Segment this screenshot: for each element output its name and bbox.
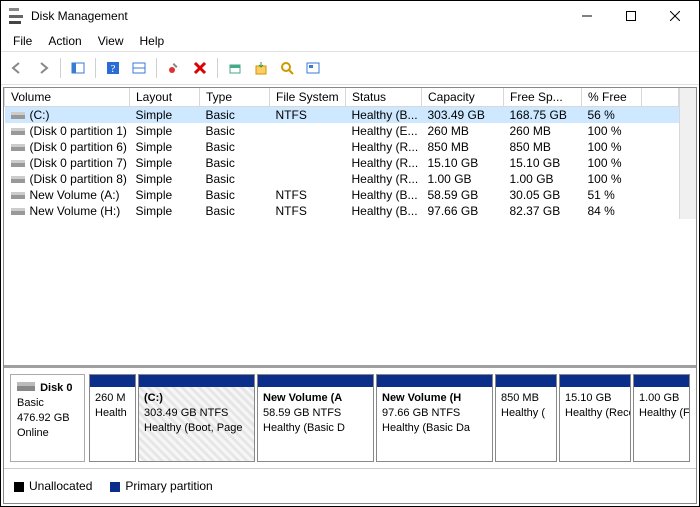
legend-unallocated: Unallocated bbox=[14, 479, 92, 493]
toolbar-pane-icon[interactable] bbox=[127, 56, 151, 80]
column-header-row: VolumeLayoutTypeFile SystemStatusCapacit… bbox=[5, 88, 679, 107]
drive-icon bbox=[11, 156, 27, 166]
column-header[interactable]: Capacity bbox=[422, 88, 504, 107]
column-header[interactable]: Status bbox=[346, 88, 422, 107]
volume-row[interactable]: (Disk 0 partition 8)SimpleBasicHealthy (… bbox=[5, 171, 679, 187]
toolbar: ? bbox=[1, 51, 699, 85]
menu-view[interactable]: View bbox=[90, 32, 132, 50]
drive-icon bbox=[11, 124, 27, 134]
content-area: VolumeLayoutTypeFile SystemStatusCapacit… bbox=[3, 87, 697, 504]
volume-row[interactable]: (Disk 0 partition 7)SimpleBasicHealthy (… bbox=[5, 155, 679, 171]
disk-label: Disk 0 bbox=[40, 382, 72, 394]
drive-icon bbox=[11, 108, 27, 118]
drive-icon bbox=[11, 172, 27, 182]
partition-block[interactable]: (C:)303.49 GB NTFSHealthy (Boot, Page bbox=[138, 374, 255, 462]
disk-management-window: Disk Management File Action View Help ? bbox=[0, 0, 700, 507]
maximize-button[interactable] bbox=[609, 2, 653, 30]
menu-help[interactable]: Help bbox=[132, 32, 173, 50]
legend-primary: Primary partition bbox=[110, 479, 212, 493]
partition-block[interactable]: New Volume (A58.59 GB NTFSHealthy (Basic… bbox=[257, 374, 374, 462]
disk-icon bbox=[17, 382, 35, 394]
delete-icon[interactable] bbox=[188, 56, 212, 80]
window-title: Disk Management bbox=[31, 9, 565, 23]
show-hide-console-button[interactable] bbox=[66, 56, 90, 80]
drive-icon bbox=[11, 188, 27, 198]
partition-block[interactable]: New Volume (H97.66 GB NTFSHealthy (Basic… bbox=[376, 374, 493, 462]
toolbar-icon-c[interactable] bbox=[275, 56, 299, 80]
menu-file[interactable]: File bbox=[5, 32, 40, 50]
volume-table: VolumeLayoutTypeFile SystemStatusCapacit… bbox=[4, 88, 679, 219]
volume-row[interactable]: (Disk 0 partition 6)SimpleBasicHealthy (… bbox=[5, 139, 679, 155]
disk-status: Online bbox=[17, 427, 49, 439]
svg-text:?: ? bbox=[111, 63, 116, 75]
forward-button[interactable] bbox=[31, 56, 55, 80]
drive-icon bbox=[11, 204, 27, 214]
help-button[interactable]: ? bbox=[101, 56, 125, 80]
volume-row[interactable]: (Disk 0 partition 1)SimpleBasicHealthy (… bbox=[5, 123, 679, 139]
partition-strip: 260 MHealth(C:)303.49 GB NTFSHealthy (Bo… bbox=[89, 374, 690, 462]
column-header[interactable]: Type bbox=[200, 88, 270, 107]
toolbar-icon-d[interactable] bbox=[301, 56, 325, 80]
volume-row[interactable]: (C:)SimpleBasicNTFSHealthy (B...303.49 G… bbox=[5, 107, 679, 124]
partition-block[interactable]: 1.00 GBHealthy (F bbox=[633, 374, 690, 462]
volume-row[interactable]: New Volume (H:)SimpleBasicNTFSHealthy (B… bbox=[5, 203, 679, 219]
legend: Unallocated Primary partition bbox=[4, 468, 696, 503]
column-header[interactable]: % Free bbox=[582, 88, 642, 107]
minimize-button[interactable] bbox=[565, 2, 609, 30]
titlebar: Disk Management bbox=[1, 1, 699, 31]
vertical-scrollbar[interactable] bbox=[679, 88, 696, 219]
menubar: File Action View Help bbox=[1, 31, 699, 51]
partition-block[interactable]: 15.10 GBHealthy (Reco bbox=[559, 374, 631, 462]
drive-icon bbox=[11, 140, 27, 150]
app-icon bbox=[9, 8, 25, 24]
column-header[interactable]: Free Sp... bbox=[504, 88, 582, 107]
back-button[interactable] bbox=[5, 56, 29, 80]
volume-row[interactable]: New Volume (A:)SimpleBasicNTFSHealthy (B… bbox=[5, 187, 679, 203]
menu-action[interactable]: Action bbox=[40, 32, 89, 50]
disk-graphical-pane: Disk 0 Basic 476.92 GB Online 260 MHealt… bbox=[4, 365, 696, 468]
column-header[interactable]: Layout bbox=[130, 88, 200, 107]
column-header[interactable]: File System bbox=[270, 88, 346, 107]
close-button[interactable] bbox=[653, 2, 697, 30]
settings-icon[interactable] bbox=[162, 56, 186, 80]
disk-type: Basic bbox=[17, 397, 44, 409]
partition-block[interactable]: 850 MBHealthy ( bbox=[495, 374, 557, 462]
column-header[interactable]: Volume bbox=[5, 88, 130, 107]
toolbar-icon-a[interactable] bbox=[223, 56, 247, 80]
disk-header[interactable]: Disk 0 Basic 476.92 GB Online bbox=[10, 374, 85, 462]
partition-block[interactable]: 260 MHealth bbox=[89, 374, 136, 462]
toolbar-icon-b[interactable] bbox=[249, 56, 273, 80]
disk-size: 476.92 GB bbox=[17, 412, 70, 424]
